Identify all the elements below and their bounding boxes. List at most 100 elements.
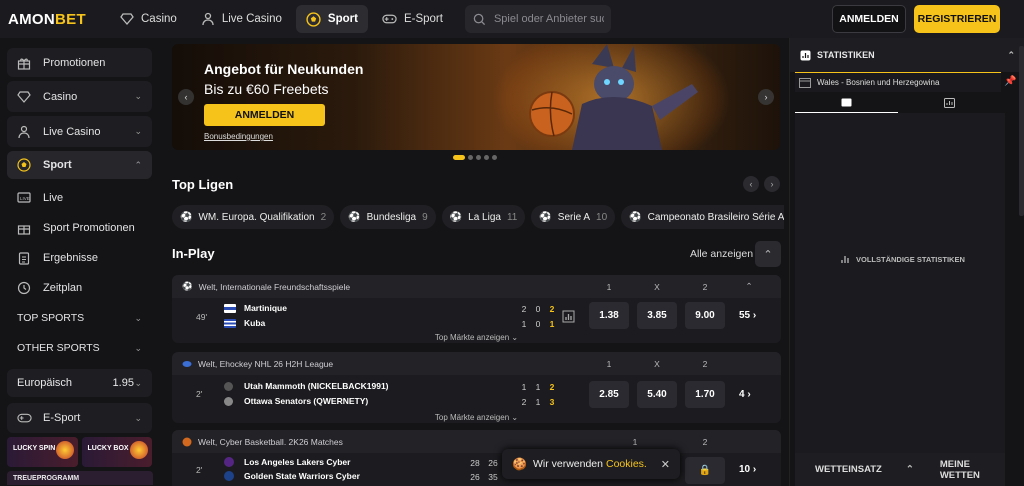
sidebar-item-live[interactable]: LIVE Live bbox=[7, 183, 152, 213]
tab-stats[interactable] bbox=[898, 93, 1001, 113]
col-header: 1 bbox=[606, 358, 612, 369]
odds-button[interactable]: 3.85 bbox=[637, 302, 677, 329]
match-row[interactable]: 2' Los Angeles Lakers Cyber Golden State… bbox=[172, 453, 781, 486]
stats-icon[interactable] bbox=[562, 310, 575, 323]
score: 1 bbox=[549, 319, 555, 329]
sidebar-item-label: Live bbox=[43, 192, 64, 204]
lucky-box-card[interactable]: LUCKY BOX bbox=[81, 437, 152, 467]
lucky-spin-card[interactable]: LUCKY SPIN bbox=[7, 437, 78, 467]
league-name: Bundesliga bbox=[366, 211, 417, 223]
banner-cta-button[interactable]: ANMELDEN bbox=[204, 104, 325, 126]
home-team: Utah Mammoth (NICKELBACK1991) bbox=[224, 381, 389, 391]
carousel-dot[interactable] bbox=[492, 155, 497, 160]
odds-format-select[interactable]: Europäisch 1.95 ⌄ bbox=[7, 369, 152, 397]
league-label: Welt, Cyber Basketball. 2K26 Matches bbox=[198, 436, 343, 447]
team-name: Martinique bbox=[244, 303, 287, 313]
scrollbar[interactable] bbox=[1019, 46, 1024, 216]
banner-terms-link[interactable]: Bonusbedingungen bbox=[204, 132, 273, 141]
away-team: Kuba bbox=[224, 318, 265, 328]
sidebar-item-esport[interactable]: E-Sport ⌄ bbox=[7, 403, 152, 433]
carousel-dot[interactable] bbox=[468, 155, 473, 160]
my-bets-tab[interactable]: MEINE WETTEN bbox=[940, 459, 1005, 481]
sidebar-item-results[interactable]: Ergebnisse bbox=[7, 243, 152, 273]
top-markets-link[interactable]: Top Märkte anzeigen ⌄ bbox=[172, 413, 781, 422]
sidebar-other-sports[interactable]: OTHER SPORTS ⌄ bbox=[7, 333, 152, 363]
search-box[interactable] bbox=[464, 5, 611, 33]
nav-live-casino[interactable]: Live Casino bbox=[191, 5, 292, 33]
odds-button[interactable]: 9.00 bbox=[685, 302, 725, 329]
login-button[interactable]: ANMELDEN bbox=[832, 5, 906, 33]
nav-casino[interactable]: Casino bbox=[110, 5, 187, 33]
top-markets-link[interactable]: Top Märkte anzeigen ⌄ bbox=[172, 333, 781, 342]
col-header: X bbox=[654, 281, 660, 292]
show-all-link[interactable]: Alle anzeigen bbox=[690, 248, 753, 260]
more-markets[interactable]: 4 › bbox=[739, 389, 751, 400]
pin-icon[interactable]: 📌 bbox=[1004, 76, 1016, 87]
wheel-icon bbox=[55, 441, 74, 459]
match-row[interactable]: 2' Utah Mammoth (NICKELBACK1991) Ottawa … bbox=[172, 375, 781, 413]
match-row[interactable]: 49' Martinique Kuba 2 0 2 1 0 1 1.38 3.8… bbox=[172, 298, 781, 338]
chevron-up-icon[interactable]: ⌃ bbox=[906, 464, 914, 475]
full-stats-link[interactable]: VOLLSTÄNDIGE STATISTIKEN bbox=[840, 254, 965, 264]
loyalty-card[interactable]: TREUEPROGRAMM bbox=[7, 471, 153, 485]
sidebar-top-sports[interactable]: TOP SPORTS ⌄ bbox=[7, 303, 152, 333]
more-markets[interactable]: 10 › bbox=[739, 464, 756, 475]
gamepad-icon bbox=[17, 411, 33, 425]
carousel-dot[interactable] bbox=[453, 155, 465, 160]
cookie-link[interactable]: Cookies. bbox=[606, 458, 647, 470]
betslip-tab[interactable]: WETTEINSATZ bbox=[815, 464, 882, 475]
stats-content bbox=[795, 113, 1005, 458]
sidebar-item-promotions[interactable]: Promotionen bbox=[7, 48, 152, 77]
sidebar-item-sport[interactable]: Sport ⌃ bbox=[7, 151, 152, 179]
more-markets[interactable]: 55 › bbox=[739, 310, 756, 321]
sidebar-item-label: Ergebnisse bbox=[43, 252, 99, 264]
sidebar-item-label: TOP SPORTS bbox=[17, 312, 85, 324]
league-chip[interactable]: ⚽ Bundesliga 9 bbox=[340, 205, 436, 229]
nav-sport[interactable]: Sport bbox=[295, 5, 368, 33]
match-header: Welt, Ehockey NHL 26 H2H League 1 X 2 bbox=[172, 352, 781, 375]
sidebar-item-casino[interactable]: Casino ⌄ bbox=[7, 81, 152, 112]
sidebar-group-sport: Sport ⌃ bbox=[7, 151, 152, 179]
full-stats-label: VOLLSTÄNDIGE STATISTIKEN bbox=[856, 254, 965, 264]
odds-button[interactable]: 1.38 bbox=[589, 302, 629, 329]
chevron-right-icon[interactable]: › bbox=[758, 89, 774, 105]
odds-button[interactable]: 2.85 bbox=[589, 381, 629, 408]
chevron-left-icon[interactable]: ‹ bbox=[178, 89, 194, 105]
top-bar: AMONBET Casino Live Casino Sport E-Sport… bbox=[0, 0, 1024, 38]
league-chip[interactable]: ⚽ WM. Europa. Qualifikation 2 bbox=[172, 205, 335, 229]
more-count: 4 bbox=[739, 389, 745, 400]
chevron-up-icon[interactable]: ⌃ bbox=[1007, 50, 1015, 61]
chevron-up-icon[interactable]: ⌃ bbox=[755, 241, 781, 267]
odds-button[interactable]: 1.70 bbox=[685, 381, 725, 408]
league-chip[interactable]: ⚽Campeonato Brasileiro Série A18 bbox=[621, 205, 784, 229]
sidebar-item-schedule[interactable]: Zeitplan bbox=[7, 273, 152, 303]
carousel-dot[interactable] bbox=[476, 155, 481, 160]
sidebar-item-sport-promotions[interactable]: Sport Promotionen bbox=[7, 213, 152, 243]
lock-icon: 🔒 bbox=[685, 457, 725, 484]
promo-banner[interactable]: Angebot für Neukunden Bis zu €60 Freebet… bbox=[172, 44, 780, 150]
search-input[interactable] bbox=[493, 13, 604, 25]
league-chip[interactable]: ⚽ Serie A 10 bbox=[531, 205, 616, 229]
logo[interactable]: AMONBET bbox=[8, 11, 110, 28]
chevron-right-icon[interactable]: › bbox=[764, 176, 780, 192]
home-team: Los Angeles Lakers Cyber bbox=[224, 457, 350, 467]
stats-header[interactable]: STATISTIKEN ⌃ bbox=[790, 38, 1024, 72]
chevron-up-icon[interactable]: ⌃ bbox=[729, 281, 769, 292]
nav-esport-label: E-Sport bbox=[403, 13, 443, 25]
register-button[interactable]: REGISTRIEREN bbox=[914, 5, 1000, 33]
col-header: 2 bbox=[702, 281, 708, 292]
close-icon[interactable]: ✕ bbox=[661, 458, 670, 471]
odds-button[interactable]: 5.40 bbox=[637, 381, 677, 408]
cookie-icon: 🍪 bbox=[512, 457, 527, 471]
stats-match-selector[interactable]: Wales - Bosnien und Herzegowina bbox=[795, 72, 1001, 92]
nav-live-casino-label: Live Casino bbox=[221, 13, 282, 25]
carousel-dot[interactable] bbox=[484, 155, 489, 160]
tab-live-stats[interactable] bbox=[795, 93, 898, 113]
sidebar-item-live-casino[interactable]: Live Casino ⌄ bbox=[7, 116, 152, 147]
chevron-left-icon[interactable]: ‹ bbox=[743, 176, 759, 192]
score: 1 bbox=[521, 382, 527, 392]
team-name: Los Angeles Lakers Cyber bbox=[244, 457, 351, 467]
nav-esport[interactable]: E-Sport bbox=[372, 5, 453, 33]
league-name: Campeonato Brasileiro Série A bbox=[647, 211, 784, 223]
league-chip[interactable]: ⚽ La Liga 11 bbox=[441, 205, 526, 229]
